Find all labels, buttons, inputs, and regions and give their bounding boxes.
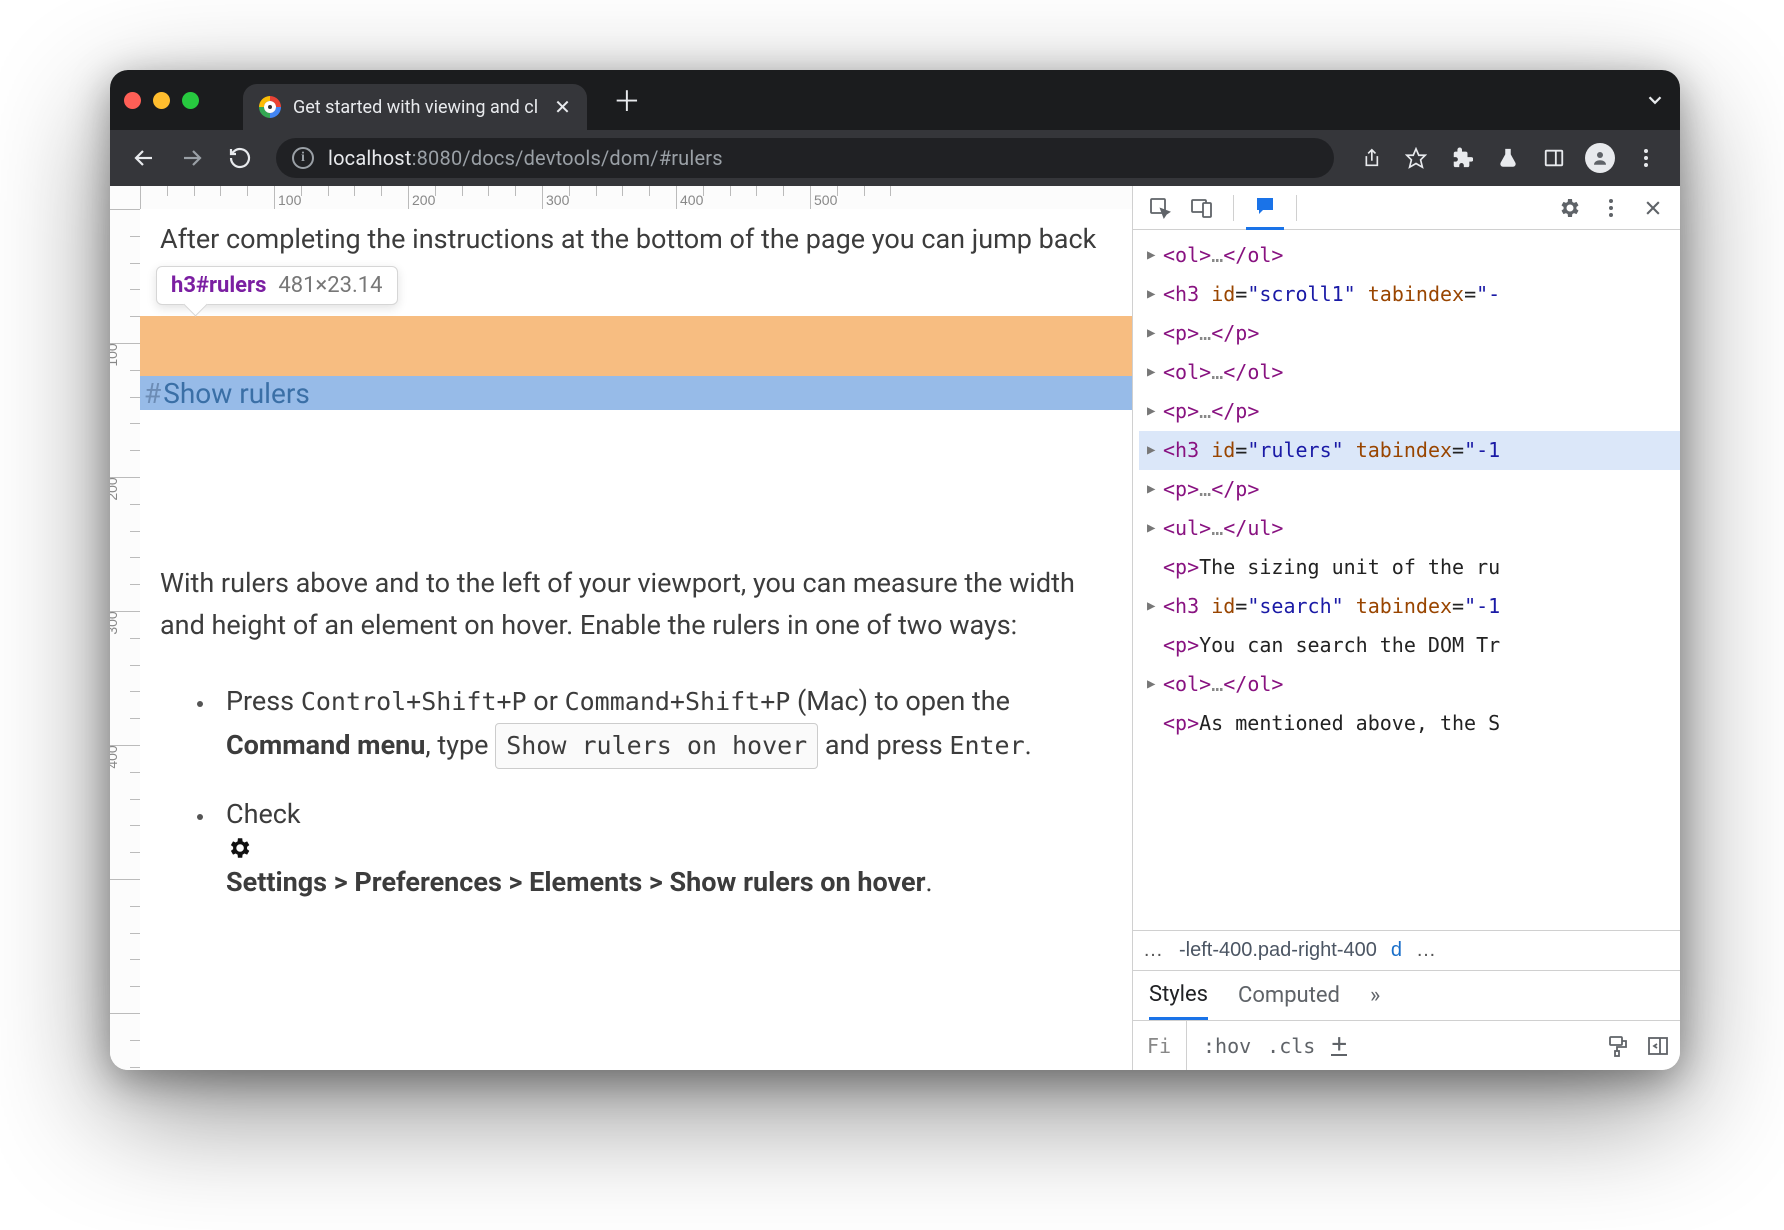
tab-close-icon[interactable]: ✕ (554, 95, 571, 119)
panel-toggle-icon[interactable] (1646, 1034, 1670, 1058)
tabs-overflow-icon[interactable] (1644, 89, 1666, 111)
dom-row[interactable]: ▶<p>…</p> (1139, 470, 1680, 509)
inspect-element-icon[interactable] (1141, 191, 1179, 225)
fullscreen-window-button[interactable] (182, 92, 199, 109)
dom-tree[interactable]: ▶<ol>…</ol> ▶<h3 id="scroll1" tabindex="… (1133, 230, 1680, 930)
tooltip-dimensions: 481×23.14 (278, 273, 382, 298)
dom-row[interactable]: ▶<ol>…</ol> (1139, 236, 1680, 275)
content-split: 100200300400500 100200300400 h3#rulers 4… (110, 186, 1680, 1070)
list-item: Press Control+Shift+P or Command+Shift+P… (216, 680, 1112, 768)
side-panel-icon[interactable] (1534, 138, 1574, 178)
window-controls (124, 92, 199, 109)
browser-tab[interactable]: Get started with viewing and cl ✕ (243, 84, 587, 130)
styles-filter-bar: Fi :hov .cls + (1133, 1020, 1680, 1070)
share-icon[interactable] (1350, 138, 1390, 178)
styles-tabs: Styles Computed » (1133, 970, 1680, 1020)
chrome-favicon-icon (259, 96, 281, 118)
tooltip-selector: h3#rulers (171, 273, 266, 298)
site-info-icon[interactable]: i (292, 147, 314, 169)
forward-button[interactable] (172, 138, 212, 178)
settings-icon[interactable] (1550, 191, 1588, 225)
tab-computed[interactable]: Computed (1238, 973, 1340, 1018)
devtools-header (1133, 186, 1680, 230)
browser-window: Get started with viewing and cl ✕ ＋ i lo… (110, 70, 1680, 1070)
dom-row[interactable]: ▶<ul>…</ul> (1139, 509, 1680, 548)
page-viewport: 100200300400500 100200300400 h3#rulers 4… (110, 186, 1132, 1070)
url-text: localhost:8080/docs/devtools/dom/#rulers (328, 146, 723, 170)
hov-toggle[interactable]: :hov (1203, 1034, 1251, 1058)
address-bar[interactable]: i localhost:8080/docs/devtools/dom/#rule… (276, 138, 1334, 178)
back-button[interactable] (124, 138, 164, 178)
filter-input[interactable]: Fi (1143, 1021, 1187, 1070)
elements-tab-icon[interactable] (1246, 186, 1284, 230)
browser-menu-icon[interactable] (1626, 138, 1666, 178)
ruler-vertical: 100200300400 (110, 209, 140, 1070)
browser-toolbar: i localhost:8080/docs/devtools/dom/#rule… (110, 130, 1680, 186)
toolbar-right (1350, 138, 1666, 178)
ruler-horizontal: 100200300400500 (140, 186, 1132, 209)
device-toolbar-icon[interactable] (1183, 191, 1221, 225)
paint-icon[interactable] (1606, 1034, 1630, 1058)
dom-row[interactable]: <p>As mentioned above, the S (1139, 704, 1680, 743)
new-tab-button[interactable]: ＋ (613, 80, 641, 120)
element-tooltip: h3#rulers 481×23.14 (156, 266, 398, 305)
profile-avatar[interactable] (1580, 138, 1620, 178)
bookmark-icon[interactable] (1396, 138, 1436, 178)
dom-row[interactable]: <p>The sizing unit of the ru (1139, 548, 1680, 587)
tabs-more-icon[interactable]: » (1370, 983, 1380, 1008)
tab-styles[interactable]: Styles (1149, 972, 1208, 1020)
dom-row[interactable]: ▶<h3 id="search" tabindex="-1 (1139, 587, 1680, 626)
dom-row[interactable]: ▶<h3 id="scroll1" tabindex="- (1139, 275, 1680, 314)
dom-row[interactable]: ▶<ol>…</ol> (1139, 353, 1680, 392)
ruler-corner (110, 186, 140, 209)
gear-icon (226, 835, 1112, 861)
minimize-window-button[interactable] (153, 92, 170, 109)
crumb-more-left[interactable]: … (1143, 939, 1165, 962)
crumb-more-right[interactable]: … (1416, 939, 1438, 962)
dom-row-selected[interactable]: ▶<h3 id="rulers" tabindex="-1 (1139, 431, 1680, 470)
crumb-class[interactable]: -left-400.pad-right-400 (1179, 939, 1377, 962)
cls-toggle[interactable]: .cls (1267, 1034, 1315, 1058)
reload-button[interactable] (220, 138, 260, 178)
page-body: After completing the instructions at the… (140, 209, 1132, 1070)
dom-row[interactable]: ▶<p>…</p> (1139, 314, 1680, 353)
instructions-list: Press Control+Shift+P or Command+Shift+P… (216, 680, 1112, 903)
dom-row[interactable]: <p>You can search the DOM Tr (1139, 626, 1680, 665)
dom-row[interactable]: ▶<ol>…</ol> (1139, 665, 1680, 704)
close-window-button[interactable] (124, 92, 141, 109)
labs-icon[interactable] (1488, 138, 1528, 178)
extensions-icon[interactable] (1442, 138, 1482, 178)
dom-row[interactable]: ▶<p>…</p> (1139, 392, 1680, 431)
devtools-close-icon[interactable] (1634, 191, 1672, 225)
crumb-selected[interactable]: d (1391, 939, 1402, 962)
breadcrumb[interactable]: … -left-400.pad-right-400 d … (1133, 930, 1680, 970)
paragraph-desc: With rulers above and to the left of you… (160, 563, 1112, 647)
titlebar: Get started with viewing and cl ✕ ＋ (110, 70, 1680, 130)
new-rule-button[interactable]: + (1331, 1035, 1347, 1055)
devtools-panel: ▶<ol>…</ol> ▶<h3 id="scroll1" tabindex="… (1132, 186, 1680, 1070)
tab-title: Get started with viewing and cl (293, 97, 538, 118)
list-item: Check Settings > Preferences > Elements … (216, 793, 1112, 904)
devtools-menu-icon[interactable] (1592, 191, 1630, 225)
